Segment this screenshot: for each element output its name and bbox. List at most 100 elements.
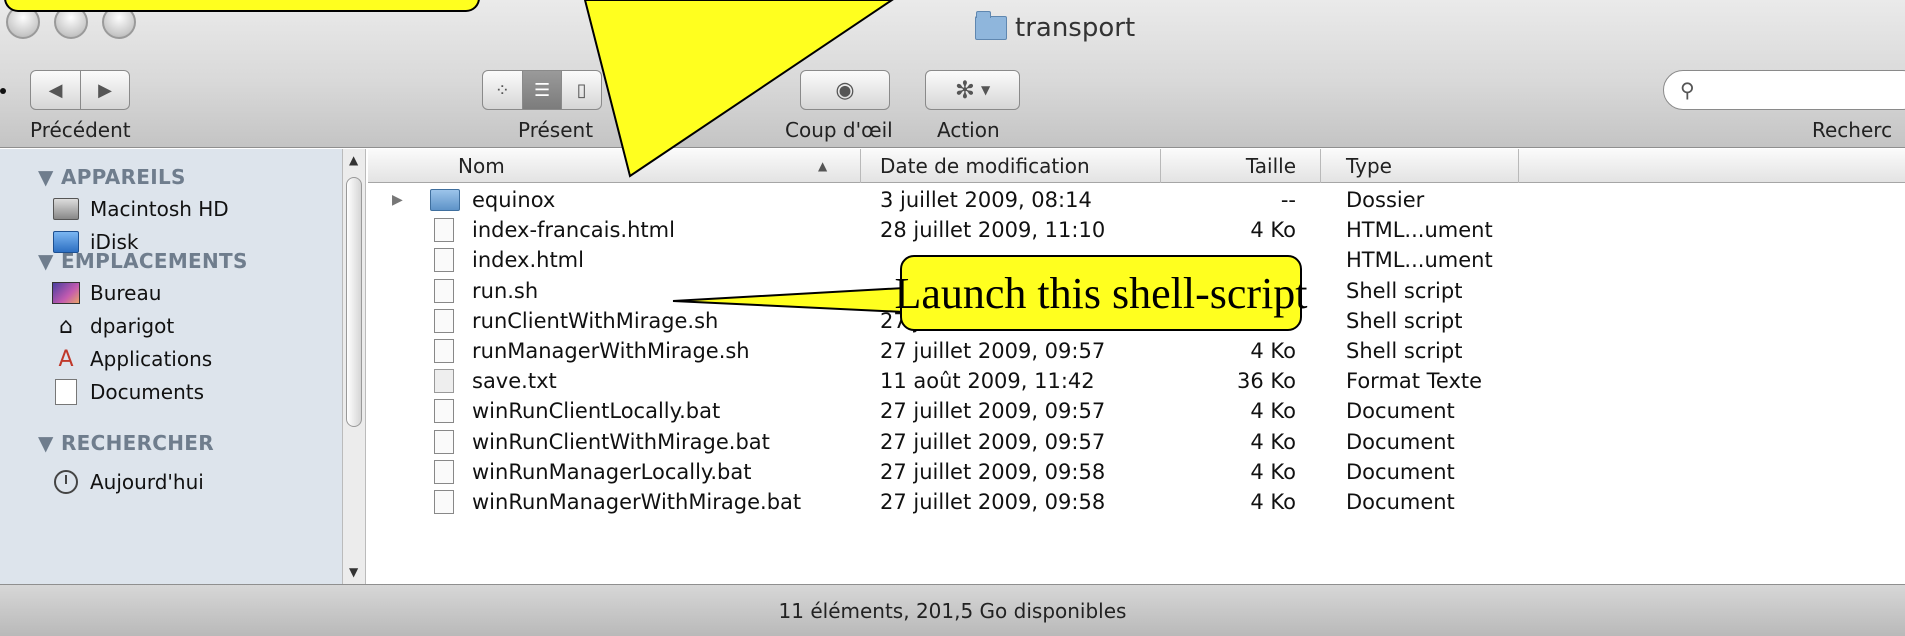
columns-icon: ▯ bbox=[576, 79, 587, 101]
sidebar-section-appareils[interactable]: ▼ APPAREILS bbox=[38, 165, 186, 189]
callout-text: Launch this shell-script bbox=[894, 268, 1308, 318]
file-type: Document bbox=[1346, 459, 1455, 484]
document-icon bbox=[434, 399, 454, 424]
file-row[interactable]: runManagerWithMirage.sh 27 juillet 2009, … bbox=[368, 336, 1905, 366]
sidebar-item-documents[interactable]: Documents bbox=[52, 374, 204, 410]
sidebar-item-label: dparigot bbox=[90, 314, 175, 338]
file-name: winRunClientLocally.bat bbox=[472, 399, 721, 424]
file-type: Document bbox=[1346, 399, 1455, 424]
sidebar-item-label: Applications bbox=[90, 347, 213, 371]
view-mode-selector: ⁘ ☰ ▯ bbox=[482, 70, 602, 110]
quicklook-button[interactable]: ◉ bbox=[800, 70, 890, 110]
file-size: 4 Ko bbox=[1250, 339, 1296, 363]
sidebar-section-emplacements[interactable]: ▼ EMPLACEMENTS bbox=[38, 249, 248, 273]
sidebar-item-applications[interactable]: A Applications bbox=[52, 341, 212, 377]
sidebar-item-label: Bureau bbox=[90, 281, 162, 305]
file-icon-wrap bbox=[430, 185, 460, 215]
eye-icon: ◉ bbox=[835, 77, 855, 103]
column-divider[interactable] bbox=[1518, 149, 1519, 183]
desktop-icon bbox=[52, 282, 80, 304]
file-date: 3 juillet 2009, 08:14 bbox=[880, 188, 1092, 212]
column-header-date[interactable]: Date de modification bbox=[880, 149, 1160, 183]
file-name: runClientWithMirage.sh bbox=[472, 308, 719, 333]
column-header-label: Date de modification bbox=[880, 154, 1090, 178]
action-button[interactable]: ✻ ▼ bbox=[925, 70, 1020, 110]
action-label: Action bbox=[937, 118, 1000, 142]
sidebar-scrollbar[interactable]: ▲ ▼ bbox=[342, 149, 366, 584]
sidebar-item-label: Aujourd'hui bbox=[90, 470, 204, 494]
column-header-label: Taille bbox=[1245, 154, 1296, 178]
file-icon-wrap bbox=[434, 366, 454, 396]
back-label: Précédent bbox=[30, 118, 131, 142]
file-icon-wrap bbox=[434, 427, 454, 457]
file-icon-wrap bbox=[434, 245, 454, 275]
file-size: 4 Ko bbox=[1250, 399, 1296, 424]
sidebar-item-bureau[interactable]: Bureau bbox=[52, 275, 161, 311]
file-size: 4 Ko bbox=[1250, 459, 1296, 484]
sort-ascending-icon: ▲ bbox=[818, 159, 828, 173]
column-divider[interactable] bbox=[1320, 149, 1321, 183]
file-icon-wrap bbox=[434, 487, 454, 517]
file-row[interactable]: index-francais.html 28 juillet 2009, 11:1… bbox=[368, 215, 1905, 245]
folder-icon bbox=[430, 189, 460, 211]
file-name: runManagerWithMirage.sh bbox=[472, 339, 750, 363]
column-header-name[interactable]: Nom ▲ bbox=[458, 149, 848, 183]
quicklook-label: Coup d'œil bbox=[785, 118, 893, 142]
file-type: Dossier bbox=[1346, 188, 1425, 212]
disclosure-triangle-icon[interactable]: ▶ bbox=[392, 185, 403, 215]
file-type: HTML...ument bbox=[1346, 248, 1493, 273]
list-view-button[interactable]: ☰ bbox=[521, 71, 562, 109]
file-type: Document bbox=[1346, 490, 1455, 514]
column-view-button[interactable]: ▯ bbox=[561, 71, 601, 109]
file-row[interactable]: winRunClientWithMirage.bat 27 juillet 200… bbox=[368, 427, 1905, 457]
file-date: 27 juillet 2009, 09:58 bbox=[880, 459, 1106, 484]
callout-bubble: Launch this shell-script bbox=[895, 255, 1308, 331]
back-forward-buttons: ◀ ▶ bbox=[30, 70, 130, 110]
document-icon bbox=[434, 308, 454, 333]
sidebar-item-macintosh-hd[interactable]: Macintosh HD bbox=[52, 191, 229, 227]
scrollbar-thumb[interactable] bbox=[346, 177, 362, 427]
file-size: -- bbox=[1280, 188, 1296, 212]
scroll-down-arrow-icon[interactable]: ▼ bbox=[349, 565, 358, 579]
file-row[interactable]: winRunClientLocally.bat 27 juillet 2009, … bbox=[368, 396, 1905, 426]
document-icon bbox=[434, 339, 454, 363]
icon-view-button[interactable]: ⁘ bbox=[483, 71, 522, 109]
file-row[interactable]: save.txt 11 août 2009, 11:42 36 Ko Format T… bbox=[368, 366, 1905, 396]
file-icon-wrap bbox=[434, 457, 454, 487]
file-date: 27 juillet 2009, 09:57 bbox=[880, 429, 1106, 454]
scroll-up-arrow-icon[interactable]: ▲ bbox=[349, 153, 358, 167]
file-date: 27 juillet 2009, 09:58 bbox=[880, 490, 1106, 514]
document-icon bbox=[434, 248, 454, 273]
search-input[interactable]: ⚲ bbox=[1663, 70, 1905, 110]
sidebar-item-aujourdhui[interactable]: Aujourd'hui bbox=[52, 464, 204, 500]
file-type: Document bbox=[1346, 429, 1455, 454]
column-divider[interactable] bbox=[860, 149, 861, 183]
file-icon-wrap bbox=[434, 276, 454, 306]
column-header-size[interactable]: Taille bbox=[1160, 149, 1310, 183]
file-row[interactable]: winRunManagerWithMirage.bat 27 juillet 20… bbox=[368, 487, 1905, 517]
column-header-label: Type bbox=[1346, 154, 1392, 178]
callout-top-banner bbox=[4, 0, 480, 12]
sidebar-section-rechercher[interactable]: ▼ RECHERCHER bbox=[38, 431, 214, 455]
file-name: run.sh bbox=[472, 278, 539, 303]
sidebar-item-dparigot[interactable]: ⌂ dparigot bbox=[52, 308, 174, 344]
file-row[interactable]: winRunManagerLocally.bat 27 juillet 2009,… bbox=[368, 457, 1905, 487]
file-type: Format Texte bbox=[1346, 369, 1483, 394]
file-type: HTML...ument bbox=[1346, 218, 1493, 243]
hard-drive-icon bbox=[53, 198, 79, 220]
column-header-type[interactable]: Type bbox=[1346, 149, 1526, 183]
document-icon bbox=[434, 278, 454, 303]
icon-grid-icon: ⁘ bbox=[494, 79, 510, 101]
list-icon: ☰ bbox=[533, 79, 551, 101]
window-title-text: transport bbox=[1015, 13, 1136, 43]
file-row[interactable]: ▶ equinox 3 juillet 2009, 08:14 -- Dossier bbox=[368, 185, 1905, 215]
document-icon bbox=[434, 369, 454, 394]
back-button[interactable]: ◀ bbox=[31, 71, 80, 109]
forward-button[interactable]: ▶ bbox=[79, 71, 129, 109]
sidebar: ▼ APPAREILS Macintosh HD iDisk ▼ EMPLACE… bbox=[0, 149, 345, 584]
view-label: Présent bbox=[518, 118, 594, 142]
file-date: 28 juillet 2009, 11:10 bbox=[880, 218, 1106, 243]
file-icon-wrap bbox=[434, 215, 454, 245]
file-name: winRunManagerWithMirage.bat bbox=[472, 490, 802, 514]
file-date: 27 juillet 2009, 09:57 bbox=[880, 339, 1106, 363]
